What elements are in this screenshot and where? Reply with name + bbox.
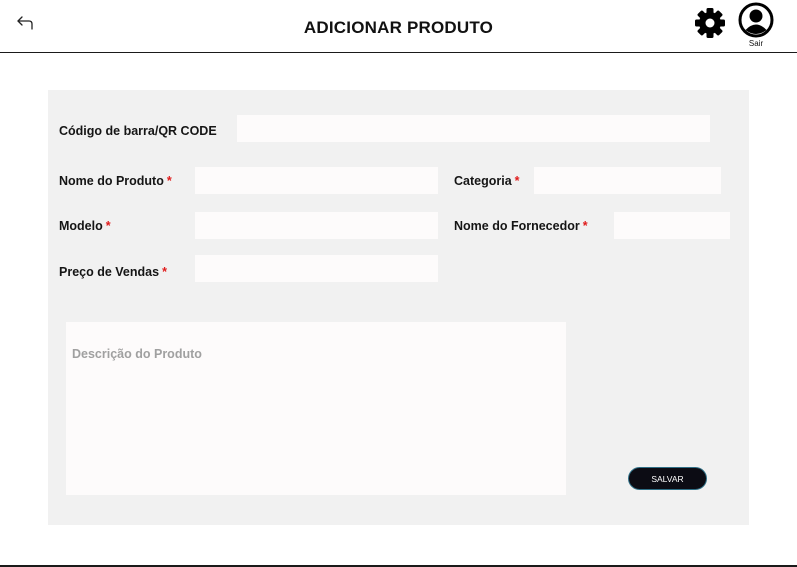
logout-button[interactable]: Sair xyxy=(736,2,776,50)
required-mark: * xyxy=(514,174,520,188)
sale-price-label-text: Preço de Vendas xyxy=(59,265,160,279)
sale-price-input[interactable] xyxy=(195,255,438,282)
supplier-name-input[interactable] xyxy=(614,212,730,239)
gear-icon xyxy=(695,8,725,38)
product-name-label: Nome do Produto * xyxy=(59,174,172,188)
product-name-label-text: Nome do Produto xyxy=(59,174,164,188)
model-label-text: Modelo xyxy=(59,219,103,233)
page-title: ADICIONAR PRODUTO xyxy=(303,18,494,37)
product-name-input[interactable] xyxy=(195,167,438,194)
top-bar: ADICIONAR PRODUTO Sair xyxy=(0,0,797,53)
save-button[interactable]: SALVAR xyxy=(628,467,707,490)
category-input[interactable] xyxy=(534,167,721,194)
settings-button[interactable] xyxy=(692,5,728,41)
barcode-label-text: Código de barra/QR CODE xyxy=(59,124,217,138)
required-mark: * xyxy=(166,174,172,188)
required-mark: * xyxy=(105,219,111,233)
model-input[interactable] xyxy=(195,212,438,239)
sale-price-label: Preço de Vendas * xyxy=(59,265,167,279)
product-form: Código de barra/QR CODE Nome do Produto *… xyxy=(48,90,749,525)
supplier-name-label-text: Nome do Fornecedor xyxy=(454,219,580,233)
supplier-name-label: Nome do Fornecedor * xyxy=(454,219,588,233)
category-label: Categoria * xyxy=(454,174,520,188)
add-product-screen: ADICIONAR PRODUTO Sair Código de barra/Q… xyxy=(0,0,797,567)
logout-label: Sair xyxy=(748,39,764,48)
model-label: Modelo * xyxy=(59,219,111,233)
barcode-label: Código de barra/QR CODE xyxy=(59,124,217,138)
user-icon xyxy=(738,2,774,38)
barcode-input[interactable] xyxy=(237,115,710,142)
required-mark: * xyxy=(582,219,588,233)
category-label-text: Categoria xyxy=(454,174,512,188)
description-textarea[interactable] xyxy=(66,322,566,495)
required-mark: * xyxy=(162,265,167,279)
